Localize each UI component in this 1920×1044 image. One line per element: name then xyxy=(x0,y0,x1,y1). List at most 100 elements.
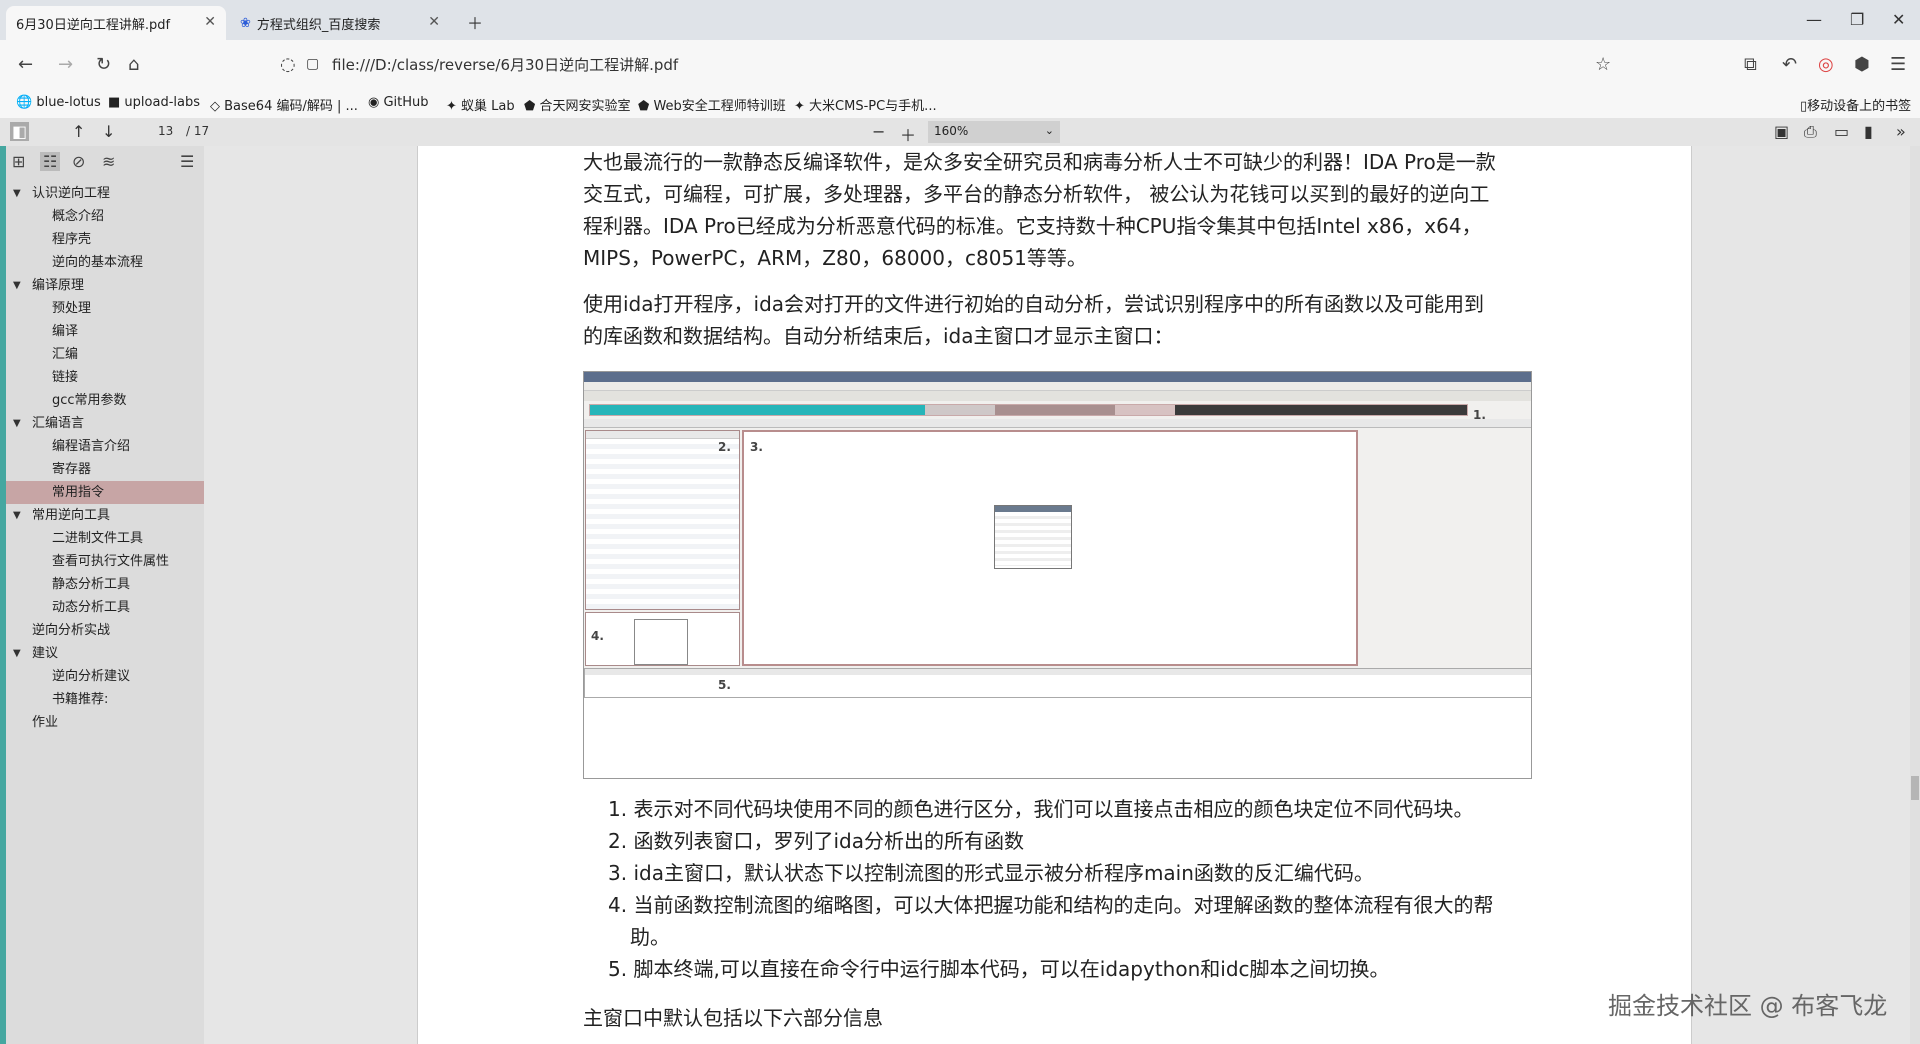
outline-item[interactable]: 预处理 xyxy=(0,297,204,320)
bookmark-blue-lotus[interactable]: 🌐 blue-lotus xyxy=(16,95,101,110)
page-info-icon[interactable]: ▢ xyxy=(306,56,319,72)
reload-icon[interactable]: ↻ xyxy=(96,54,111,75)
text-line: 程利器。IDA Pro已经成为分析恶意代码的标准。它支持数十种CPU指令集其中包… xyxy=(583,214,1482,238)
outline-options-icon[interactable]: ☰ xyxy=(180,152,194,171)
zoom-out-icon[interactable]: − xyxy=(872,122,885,141)
bookmark-upload-labs[interactable]: ■ upload-labs xyxy=(108,95,200,110)
page-scrollbar[interactable] xyxy=(1910,146,1920,1044)
outline-item[interactable]: 作业 xyxy=(0,711,204,734)
outline-item[interactable]: gcc常用参数 xyxy=(0,389,204,412)
menu-icon[interactable]: ☰ xyxy=(1890,54,1906,75)
bookmark-star-icon[interactable]: ☆ xyxy=(1595,54,1611,75)
scrollbar-thumb[interactable] xyxy=(1911,776,1919,800)
outline-item-label: 链接 xyxy=(52,370,79,385)
outline-item[interactable]: 汇编 xyxy=(0,343,204,366)
presentation-icon[interactable]: ▣ xyxy=(1774,122,1789,141)
more-tools-icon[interactable]: » xyxy=(1896,122,1906,141)
home-icon[interactable]: ⌂ xyxy=(128,54,139,75)
close-icon[interactable]: ✕ xyxy=(428,14,440,30)
outline-item-label: 寄存器 xyxy=(52,462,92,477)
bookmark-github[interactable]: ◉ GitHub xyxy=(368,95,429,110)
outline-item[interactable]: ▼ 认识逆向工程 xyxy=(0,182,204,205)
loading-icon: ◌ xyxy=(280,54,296,75)
forward-icon[interactable]: → xyxy=(58,54,73,75)
bookmark-base64[interactable]: ◇ Base64 编码/解码 | ... xyxy=(210,95,358,114)
restore-icon[interactable]: ❐ xyxy=(1850,10,1864,29)
outline-item[interactable]: 动态分析工具 xyxy=(0,596,204,619)
list-item: 1. 表示对不同代码块使用不同的颜色进行区分，我们可以直接点击相应的颜色块定位不… xyxy=(608,797,1474,821)
print-icon[interactable]: ⎙ xyxy=(1804,122,1817,142)
outline-item[interactable]: 常用指令 xyxy=(0,481,204,504)
outline-item[interactable]: 静态分析工具 xyxy=(0,573,204,596)
bookmark-web-security[interactable]: ⬟ Web安全工程师特训班 xyxy=(638,95,786,114)
outline-item[interactable]: 寄存器 xyxy=(0,458,204,481)
outline-item[interactable]: 编译 xyxy=(0,320,204,343)
close-window-icon[interactable]: ✕ xyxy=(1892,10,1905,29)
ida-menu-bar xyxy=(584,382,1531,391)
crop-icon[interactable]: ⧉ xyxy=(1744,54,1757,75)
bookmark-label: 合天网安实验室 xyxy=(539,99,631,114)
shield-icon[interactable]: ⬢ xyxy=(1854,54,1870,75)
outline-item[interactable]: 查看可执行文件属性 xyxy=(0,550,204,573)
expand-triangle-icon[interactable]: ▼ xyxy=(13,274,21,297)
mobile-bookmarks[interactable]: ▯移动设备上的书签 xyxy=(1800,95,1911,114)
outline-item[interactable]: ▼ 汇编语言 xyxy=(0,412,204,435)
bookmark-hetian[interactable]: ⬟ 合天网安实验室 xyxy=(524,95,630,114)
url-input[interactable]: file:///D:/class/reverse/6月30日逆向工程讲解.pdf xyxy=(332,54,678,75)
outline-item[interactable]: 概念介绍 xyxy=(0,205,204,228)
expand-triangle-icon[interactable]: ▼ xyxy=(13,642,21,665)
thumbnails-icon[interactable]: ⊞ xyxy=(12,152,25,171)
outline-icon[interactable]: ☷ xyxy=(40,152,61,171)
ida-functions-window xyxy=(585,430,740,610)
outline-item[interactable]: 书籍推荐: xyxy=(0,688,204,711)
back-icon[interactable]: ← xyxy=(18,54,33,75)
tab-pdf[interactable]: 6月30日逆向工程讲解.pdf ✕ xyxy=(6,6,226,40)
bookmark-icon[interactable]: ▮ xyxy=(1864,122,1873,141)
tab-label: 方程式组织_百度搜索 xyxy=(256,17,381,33)
text-line: MIPS，PowerPC，ARM，Z80，68000，c8051等等。 xyxy=(583,246,1087,270)
expand-triangle-icon[interactable]: ▼ xyxy=(13,412,21,435)
text-line: 大也最流行的一款静态反编译软件，是众多安全研究员和病毒分析人士不可缺少的利器！I… xyxy=(583,150,1496,174)
previous-page-icon[interactable]: ↑ xyxy=(72,122,85,141)
ida-toolbar xyxy=(584,391,1531,401)
new-tab-icon[interactable]: ＋ xyxy=(467,10,483,34)
outline-item-label: 动态分析工具 xyxy=(52,600,131,615)
expand-triangle-icon[interactable]: ▼ xyxy=(13,504,21,527)
save-icon[interactable]: ▭ xyxy=(1834,122,1849,141)
outline-item[interactable]: 二进制文件工具 xyxy=(0,527,204,550)
outline-item[interactable]: 编程语言介绍 xyxy=(0,435,204,458)
outline-item-label: 预处理 xyxy=(52,301,92,316)
outline-item[interactable]: ▼ 常用逆向工具 xyxy=(0,504,204,527)
outline-item[interactable]: 逆向分析实战 xyxy=(0,619,204,642)
expand-triangle-icon[interactable]: ▼ xyxy=(13,182,21,205)
zoom-in-icon[interactable]: ＋ xyxy=(900,122,916,146)
outline-item[interactable]: 逆向的基本流程 xyxy=(0,251,204,274)
layers-icon[interactable]: ≋ xyxy=(102,152,115,171)
outline-item[interactable]: ▼ 编译原理 xyxy=(0,274,204,297)
outline-item-label: 静态分析工具 xyxy=(52,577,131,592)
outline-item-label: 常用逆向工具 xyxy=(32,508,111,523)
page-number-input[interactable]: 13 xyxy=(158,124,173,138)
outline-item[interactable]: 逆向分析建议 xyxy=(0,665,204,688)
sidebar-toggle-icon[interactable]: ◧ xyxy=(10,122,30,141)
tab-baidu[interactable]: ❀ 方程式组织_百度搜索 ✕ xyxy=(230,6,450,40)
bookmark-label: GitHub xyxy=(383,95,429,110)
zoom-select[interactable]: 160% ⌄ xyxy=(928,121,1060,143)
outline-item[interactable]: ▼ 建议 xyxy=(0,642,204,665)
chevron-down-icon: ⌄ xyxy=(1044,124,1054,137)
bookmark-ant-lab[interactable]: ✦ 蚁巢 Lab xyxy=(446,95,515,114)
attachments-icon[interactable]: ⊘ xyxy=(72,152,85,171)
bookmark-label: 大米CMS-PC与手机... xyxy=(809,99,937,114)
outline-item[interactable]: 链接 xyxy=(0,366,204,389)
bookmarks-bar: 🌐 blue-lotus ■ upload-labs ◇ Base64 编码/解… xyxy=(0,90,1920,119)
next-page-icon[interactable]: ↓ xyxy=(102,122,115,141)
close-icon[interactable]: ✕ xyxy=(204,14,216,30)
undo-icon[interactable]: ↶ xyxy=(1782,54,1797,75)
bookmark-label: Base64 编码/解码 | ... xyxy=(224,99,358,114)
extension-icon[interactable]: ◎ xyxy=(1818,54,1834,75)
mobile-bookmarks-label: 移动设备上的书签 xyxy=(1807,99,1912,114)
bookmark-damicms[interactable]: ✦ 大米CMS-PC与手机... xyxy=(794,95,937,114)
outline-item[interactable]: 程序壳 xyxy=(0,228,204,251)
minimize-icon[interactable]: — xyxy=(1806,10,1822,29)
zoom-value: 160% xyxy=(934,124,969,138)
